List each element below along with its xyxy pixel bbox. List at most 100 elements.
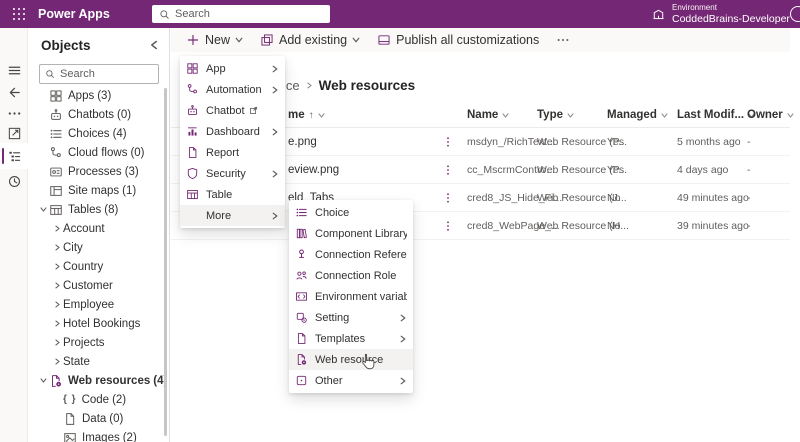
chevron-down-icon xyxy=(787,112,794,119)
apps-grid-icon xyxy=(49,89,63,103)
tree-item-site-maps[interactable]: Site maps (1) xyxy=(29,181,169,200)
objects-panel: Objects Search Apps (3) Chatbots (0) Choic… xyxy=(29,28,170,442)
report-doc-icon xyxy=(186,146,199,159)
more-submenu: Choice Component Library Connection Refe… xyxy=(289,200,413,393)
connection-reference-icon xyxy=(295,248,308,261)
new-button[interactable]: New xyxy=(186,33,243,47)
submenu-arrow-icon xyxy=(271,65,279,73)
environment-icon xyxy=(652,8,665,21)
tree-item-choices[interactable]: Choices (4) xyxy=(29,124,169,143)
row-more-icon[interactable] xyxy=(442,136,454,148)
menu-item-other[interactable]: Other xyxy=(289,370,413,391)
hand-cursor-icon xyxy=(362,354,375,370)
tree-item-country[interactable]: Country xyxy=(29,257,169,276)
menu-item-report[interactable]: Report xyxy=(180,142,285,163)
menu-item-more[interactable]: More xyxy=(180,205,285,226)
overflow-button[interactable] xyxy=(556,33,570,47)
tree-item-employee[interactable]: Employee xyxy=(29,295,169,314)
column-name[interactable]: Name xyxy=(467,102,509,128)
tree-item-account[interactable]: Account xyxy=(29,219,169,238)
plus-icon xyxy=(186,33,200,47)
environment-variable-icon xyxy=(295,290,308,303)
security-shield-icon xyxy=(186,167,199,180)
column-display-name[interactable]: me ↑ xyxy=(288,102,325,128)
column-last-modified[interactable]: Last Modif... xyxy=(677,102,755,128)
submenu-arrow-icon xyxy=(271,86,279,94)
menu-item-connection-role[interactable]: Connection Role xyxy=(289,265,413,286)
column-owner[interactable]: Owner xyxy=(747,102,794,128)
tree-item-web-resources[interactable]: Web resources (4) xyxy=(29,371,169,390)
external-link-icon xyxy=(249,106,258,115)
chevron-right-icon xyxy=(54,320,61,327)
publish-button[interactable]: Publish all customizations xyxy=(377,33,539,47)
menu-item-component-library[interactable]: Component Library xyxy=(289,223,413,244)
tree-item-hotel-bookings[interactable]: Hotel Bookings xyxy=(29,314,169,333)
tree-item-apps[interactable]: Apps (3) xyxy=(29,86,169,105)
command-bar: New Add existing Publish all customizati… xyxy=(171,28,790,52)
menu-item-security[interactable]: Security xyxy=(180,163,285,184)
waffle-icon[interactable] xyxy=(13,8,25,20)
add-existing-button[interactable]: Add existing xyxy=(260,33,360,47)
web-resource-icon xyxy=(295,353,308,366)
tree-item-data[interactable]: Data (0) xyxy=(29,409,169,428)
site-map-icon xyxy=(49,184,63,198)
panel-search-placeholder: Search xyxy=(60,68,95,80)
row-more-icon[interactable] xyxy=(442,220,454,232)
tree-item-images[interactable]: Images (2) xyxy=(29,428,169,442)
global-search-placeholder: Search xyxy=(175,8,210,20)
templates-doc-icon xyxy=(295,332,308,345)
menu-item-choice[interactable]: Choice xyxy=(289,202,413,223)
panel-scrollbar[interactable] xyxy=(164,88,167,436)
row-more-icon[interactable] xyxy=(442,192,454,204)
cloud-flow-icon xyxy=(49,146,63,160)
search-icon xyxy=(45,69,55,79)
settings-icon-partial[interactable] xyxy=(790,6,800,22)
panel-search-input[interactable]: Search xyxy=(39,64,159,84)
chevron-down-icon xyxy=(661,112,668,119)
menu-item-app[interactable]: App xyxy=(180,58,285,79)
chevron-down-icon xyxy=(40,206,47,213)
global-nav-icon[interactable] xyxy=(0,59,28,81)
row-more-icon[interactable] xyxy=(442,164,454,176)
environment-switcher[interactable]: Environment CoddedBrains-Developer xyxy=(652,0,790,28)
tree-item-code[interactable]: { } Code (2) xyxy=(29,390,169,409)
objects-tree-icon[interactable] xyxy=(0,143,28,169)
component-library-icon xyxy=(295,227,308,240)
other-box-icon xyxy=(295,374,308,387)
breadcrumb-current: Web resources xyxy=(318,77,416,93)
menu-item-environment-variable[interactable]: Environment variable xyxy=(289,286,413,307)
process-icon xyxy=(49,165,63,179)
chevron-right-icon xyxy=(54,358,61,365)
dashboard-chart-icon xyxy=(186,125,199,138)
tree-item-tables[interactable]: Tables (8) xyxy=(29,200,169,219)
objects-tree: Apps (3) Chatbots (0) Choices (4) Cloud flo… xyxy=(29,86,169,442)
tree-item-cloud-flows[interactable]: Cloud flows (0) xyxy=(29,143,169,162)
menu-item-chatbot[interactable]: Chatbot xyxy=(180,100,285,121)
tree-item-customer[interactable]: Customer xyxy=(29,276,169,295)
column-type[interactable]: Type xyxy=(537,102,574,128)
rail-more-icon[interactable] xyxy=(0,102,28,124)
menu-item-dashboard[interactable]: Dashboard xyxy=(180,121,285,142)
tree-item-state[interactable]: State xyxy=(29,352,169,371)
solution-export-icon[interactable] xyxy=(0,122,28,144)
column-managed[interactable]: Managed xyxy=(607,102,668,128)
back-icon[interactable] xyxy=(0,81,28,103)
environment-name: CoddedBrains-Developer xyxy=(672,13,790,25)
menu-item-table[interactable]: Table xyxy=(180,184,285,205)
sort-ascending-icon: ↑ xyxy=(308,109,314,121)
menu-item-web-resource[interactable]: Web resource xyxy=(289,349,413,370)
add-existing-icon xyxy=(260,33,274,47)
menu-item-connection-reference[interactable]: Connection Reference xyxy=(289,244,413,265)
collapse-panel-icon[interactable] xyxy=(149,40,159,50)
history-icon[interactable] xyxy=(0,170,28,192)
tree-item-processes[interactable]: Processes (3) xyxy=(29,162,169,181)
menu-item-setting[interactable]: Setting xyxy=(289,307,413,328)
power-apps-window: Power Apps Search Environment CoddedBrai… xyxy=(0,0,800,442)
breadcrumb-parent[interactable]: ice xyxy=(283,78,300,93)
menu-item-templates[interactable]: Templates xyxy=(289,328,413,349)
menu-item-automation[interactable]: Automation xyxy=(180,79,285,100)
global-search-input[interactable]: Search xyxy=(152,5,330,23)
tree-item-chatbots[interactable]: Chatbots (0) xyxy=(29,105,169,124)
tree-item-city[interactable]: City xyxy=(29,238,169,257)
tree-item-projects[interactable]: Projects xyxy=(29,333,169,352)
